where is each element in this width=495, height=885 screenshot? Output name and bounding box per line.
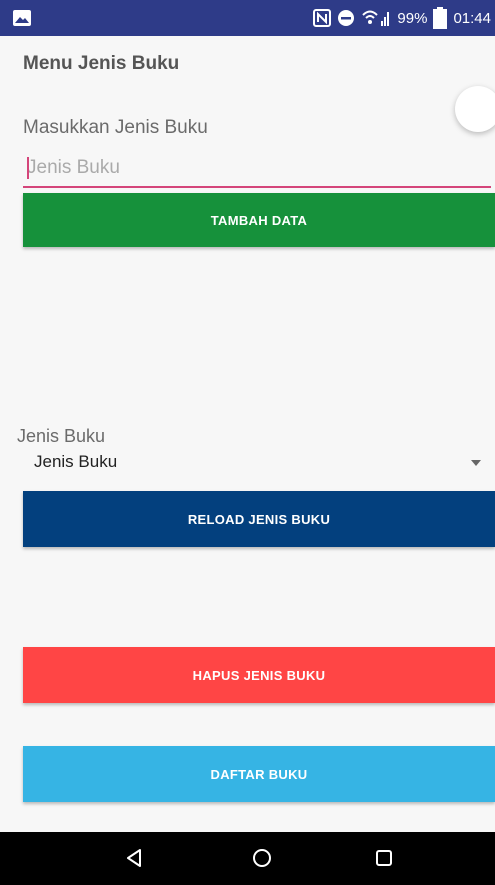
reload-book-types-button[interactable]: RELOAD JENIS BUKU — [23, 491, 495, 547]
book-type-input[interactable] — [23, 150, 491, 186]
recents-icon[interactable] — [374, 848, 394, 868]
status-icons: 99% 01:44 — [313, 0, 491, 36]
image-icon — [13, 10, 31, 26]
battery-percent: 99% — [397, 9, 428, 27]
book-type-input-container — [23, 150, 491, 188]
floating-toggle[interactable] — [455, 86, 495, 132]
text-caret — [27, 157, 29, 179]
add-data-button[interactable]: TAMBAH DATA — [23, 193, 495, 247]
delete-book-type-button[interactable]: HAPUS JENIS BUKU — [23, 647, 495, 703]
nfc-icon — [313, 9, 332, 27]
home-icon[interactable] — [251, 847, 273, 869]
do-not-disturb-icon — [338, 10, 355, 26]
navigation-bar — [0, 832, 495, 885]
input-label: Masukkan Jenis Buku — [23, 117, 208, 138]
spinner-label: Jenis Buku — [17, 426, 106, 446]
status-time: 01:44 — [453, 9, 491, 27]
wifi-icon — [362, 10, 390, 26]
app-screen: 99% 01:44 Menu Jenis Buku Masukkan Jenis… — [0, 0, 495, 885]
page-title: Menu Jenis Buku — [23, 53, 180, 74]
back-icon[interactable] — [125, 848, 145, 868]
book-type-spinner[interactable]: Jenis Buku — [17, 448, 493, 478]
battery-icon — [433, 7, 448, 29]
book-list-button[interactable]: DAFTAR BUKU — [23, 746, 495, 802]
spinner-selected-value: Jenis Buku — [34, 452, 118, 471]
dropdown-arrow-icon — [471, 460, 481, 466]
status-bar: 99% 01:44 — [0, 0, 495, 36]
